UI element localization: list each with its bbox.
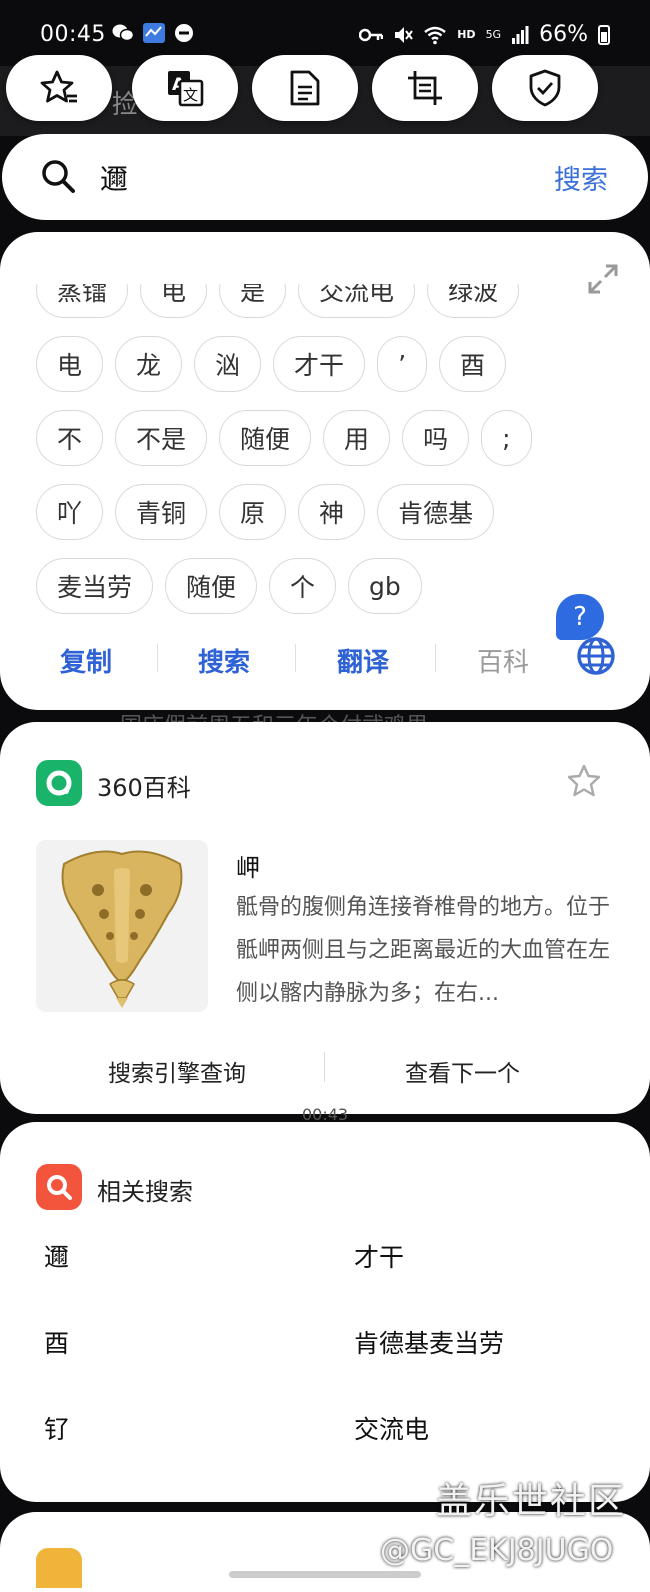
translate-icon: A文	[168, 71, 204, 107]
word-segmentation-panel: 蒸镭电是交流电 绿波电龙汹才干’ 酉不不是 随便用吗; 吖青铜原神肯德基 麦当劳 随便个 gb…	[0, 232, 650, 710]
translate-button[interactable]: A文	[132, 55, 238, 121]
token-chip[interactable]: 神	[298, 484, 366, 540]
related-item[interactable]: 交流电	[354, 1410, 429, 1446]
card-logo-icon	[36, 1548, 82, 1588]
encyclopedia-footer: 搜索引擎查询 查看下一个	[0, 1042, 650, 1098]
action-bar: 复制 搜索 翻译 百科	[0, 630, 650, 690]
document-icon	[290, 70, 320, 106]
token-chip[interactable]: 随便	[219, 410, 312, 466]
token-chip[interactable]: 电	[140, 284, 208, 318]
watermark-handle: @GC_EKJ8JUGO	[380, 1533, 614, 1568]
search-action-button[interactable]: 搜索	[198, 642, 250, 679]
token-chip[interactable]: 肯德基	[377, 484, 495, 540]
app-notification-icon	[143, 23, 165, 43]
battery-icon	[598, 24, 610, 45]
token-chip[interactable]: 吗	[402, 410, 470, 466]
crop-text-icon	[408, 71, 442, 105]
mute-icon	[395, 26, 414, 43]
divider	[157, 644, 158, 672]
related-item[interactable]: 邇	[44, 1238, 69, 1274]
related-search-logo-icon	[36, 1164, 82, 1210]
token-chip[interactable]: ;	[481, 410, 532, 466]
related-item[interactable]: 酉	[44, 1324, 69, 1360]
token-chip[interactable]: 随便	[165, 558, 258, 614]
signal-label: 5G	[485, 28, 502, 41]
vpn-key-icon	[359, 28, 384, 41]
star-icon[interactable]	[566, 764, 602, 798]
search-input[interactable]	[98, 150, 522, 206]
entry-description: 骶骨的腹侧角连接脊椎骨的地方。位于骶岬两侧且与之距离最近的大血管在左侧以髂内静脉…	[236, 895, 611, 1006]
source-title: 360百科	[97, 774, 191, 802]
token-chip[interactable]: 汹	[194, 336, 262, 392]
encyclopedia-button[interactable]: 百科	[477, 642, 529, 679]
related-searches-title: 相关搜索	[97, 1178, 193, 1206]
divider	[295, 644, 296, 672]
token-chip[interactable]: 才干	[273, 336, 366, 392]
token-chip[interactable]: 个	[269, 558, 337, 614]
sacrum-bone-illustration	[61, 850, 183, 1008]
home-indicator[interactable]	[229, 1571, 421, 1578]
search-icon	[42, 160, 75, 193]
security-button[interactable]	[492, 55, 598, 121]
entry-image	[36, 840, 208, 1012]
toolbar: A文	[6, 55, 646, 123]
token-row: 麦当劳 随便个 gb	[36, 558, 422, 616]
token-chip[interactable]: gb	[348, 558, 422, 614]
battery-percent: 66%	[539, 22, 588, 47]
wifi-icon	[424, 26, 446, 44]
status-time: 00:45	[40, 22, 106, 47]
translate-action-button[interactable]: 翻译	[337, 642, 389, 679]
encyclopedia-card: 360百科 岬 骶骨的腹侧角连接脊椎骨的地方。位于骶岬两侧且与之距离最近的大血管…	[0, 722, 650, 1114]
divider	[435, 644, 436, 672]
star-list-icon	[40, 70, 77, 103]
related-item[interactable]: 肯德基麦当劳	[354, 1324, 504, 1360]
token-chip[interactable]: 绿波	[427, 284, 520, 318]
token-chip[interactable]: 麦当劳	[36, 558, 154, 614]
network-label: HD	[457, 28, 476, 41]
notification-icons	[112, 22, 194, 44]
related-item[interactable]: 才干	[354, 1238, 404, 1274]
crop-text-button[interactable]	[372, 55, 478, 121]
token-row: 蒸镭电是交流电 绿波	[36, 284, 520, 320]
svg-text:文: 文	[183, 86, 198, 104]
token-chip[interactable]: 龙	[115, 336, 183, 392]
token-row: 不不是 随便用吗;	[36, 410, 532, 468]
token-chip[interactable]: 青铜	[115, 484, 208, 540]
baike-logo-icon	[36, 760, 82, 806]
token-chip[interactable]: 蒸镭	[36, 284, 129, 318]
token-chip[interactable]: 交流电	[298, 284, 416, 318]
wechat-icon	[112, 24, 134, 42]
shield-check-icon	[529, 69, 561, 107]
watermark-community: 盖乐世社区	[436, 1481, 627, 1522]
token-chip[interactable]: ’	[377, 336, 428, 392]
favorites-button[interactable]	[6, 55, 112, 121]
token-chip[interactable]: 是	[219, 284, 287, 318]
token-row: 吖青铜原神肯德基	[36, 484, 495, 542]
document-button[interactable]	[252, 55, 358, 121]
related-searches-card: 相关搜索 邇 才干 酉 肯德基麦当劳 钌 交流电	[0, 1122, 650, 1502]
signal-icon	[512, 25, 529, 44]
token-row: 电龙汹才干’ 酉	[36, 336, 507, 394]
token-chip[interactable]: 电	[36, 336, 104, 392]
token-chip[interactable]: 用	[323, 410, 391, 466]
search-bar: 搜索	[2, 134, 648, 220]
system-status: HD 5G 66%	[359, 22, 610, 47]
related-item[interactable]: 钌	[44, 1410, 69, 1446]
view-next-button[interactable]: 查看下一个	[405, 1054, 520, 1088]
divider	[324, 1052, 325, 1082]
token-chip[interactable]: 原	[219, 484, 287, 540]
entry-title: 岬	[236, 854, 260, 882]
search-engine-query-button[interactable]: 搜索引擎查询	[108, 1054, 246, 1088]
token-list: 蒸镭电是交流电 绿波电龙汹才干’ 酉不不是 随便用吗; 吖青铜原神肯德基 麦当劳 随便个 gb	[36, 284, 626, 622]
globe-icon[interactable]	[576, 636, 616, 676]
token-chip[interactable]: 酉	[439, 336, 507, 392]
do-not-disturb-icon	[175, 24, 193, 42]
copy-button[interactable]: 复制	[60, 642, 112, 679]
search-button[interactable]: 搜索	[554, 158, 608, 197]
token-chip[interactable]: 不	[36, 410, 104, 466]
token-chip[interactable]: 不是	[115, 410, 208, 466]
token-chip[interactable]: 吖	[36, 484, 104, 540]
